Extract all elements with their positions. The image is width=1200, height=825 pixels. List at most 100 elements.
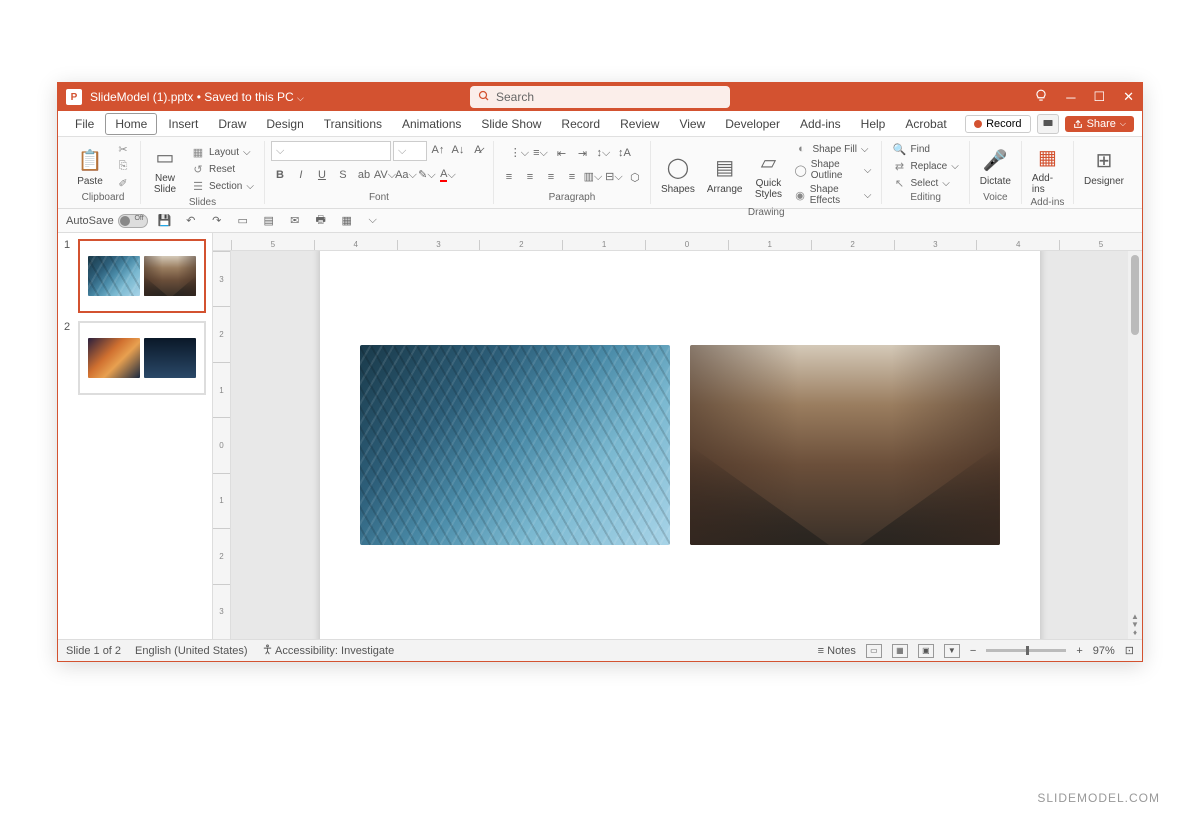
shape-fill-button[interactable]: ◐Shape Fill ⌵ [790, 141, 875, 157]
section-button[interactable]: ☰Section ⌵ [187, 178, 258, 194]
share-button[interactable]: Share ⌵ [1065, 116, 1134, 132]
paste-button[interactable]: 📋Paste [72, 144, 108, 189]
underline-button[interactable]: U [313, 166, 331, 184]
redo-button[interactable]: ↷ [208, 212, 226, 230]
tab-view[interactable]: View [670, 114, 714, 134]
reading-view-button[interactable]: ▣ [918, 644, 934, 658]
arrange-button[interactable]: ▤Arrange [703, 152, 747, 197]
strike-button[interactable]: S [334, 166, 352, 184]
decrease-font-button[interactable]: A↓ [449, 141, 467, 159]
tab-record[interactable]: Record [552, 114, 609, 134]
find-button[interactable]: 🔍Find [888, 142, 962, 158]
addins-button[interactable]: ▦Add-ins [1028, 141, 1067, 197]
tab-slideshow[interactable]: Slide Show [472, 114, 550, 134]
tab-developer[interactable]: Developer [716, 114, 789, 134]
indent-inc-button[interactable]: ⇥ [573, 144, 591, 162]
zoom-level[interactable]: 97% [1093, 645, 1115, 657]
quick-styles-button[interactable]: ▱Quick Styles [750, 146, 786, 202]
tab-help[interactable]: Help [852, 114, 895, 134]
shapes-button[interactable]: ◯Shapes [657, 152, 699, 197]
tab-animations[interactable]: Animations [393, 114, 470, 134]
font-size-select[interactable]: ⌵ [393, 141, 427, 161]
tab-acrobat[interactable]: Acrobat [896, 114, 955, 134]
layout-button[interactable]: ▦Layout ⌵ [187, 144, 258, 160]
bold-button[interactable]: B [271, 166, 289, 184]
tab-home[interactable]: Home [105, 113, 157, 135]
canvas-scroll[interactable] [231, 251, 1128, 639]
slide-image-1[interactable] [360, 345, 670, 545]
normal-view-button[interactable]: ▭ [866, 644, 882, 658]
slide-panel[interactable]: 1 2 [58, 233, 213, 639]
font-color-button[interactable]: A⌵ [439, 166, 457, 184]
qat-btn-8[interactable]: ▦ [338, 212, 356, 230]
present-button[interactable] [1037, 114, 1059, 134]
new-slide-button[interactable]: ▭New Slide [147, 141, 183, 197]
qat-btn-6[interactable]: ✉ [286, 212, 304, 230]
text-direction-button[interactable]: ↕A [615, 144, 633, 162]
reset-button[interactable]: ↺Reset [187, 161, 258, 177]
tab-design[interactable]: Design [257, 114, 312, 134]
tab-file[interactable]: File [66, 114, 103, 134]
tab-review[interactable]: Review [611, 114, 668, 134]
slide-thumb-1[interactable] [78, 239, 206, 313]
record-button[interactable]: Record [965, 115, 1030, 133]
justify-button[interactable]: ≡ [563, 168, 581, 186]
slide-count[interactable]: Slide 1 of 2 [66, 645, 121, 657]
italic-button[interactable]: I [292, 166, 310, 184]
shape-outline-button[interactable]: ◯Shape Outline ⌵ [790, 158, 875, 182]
zoom-slider[interactable] [986, 649, 1066, 652]
sorter-view-button[interactable]: ▦ [892, 644, 908, 658]
qat-btn-4[interactable]: ▭ [234, 212, 252, 230]
tab-addins[interactable]: Add-ins [791, 114, 850, 134]
copy-button[interactable]: ⎘ [112, 159, 134, 175]
align-center-button[interactable]: ≡ [521, 168, 539, 186]
shadow-button[interactable]: ab [355, 166, 373, 184]
align-right-button[interactable]: ≡ [542, 168, 560, 186]
save-button[interactable]: 💾 [156, 212, 174, 230]
qat-customize[interactable]: ⌵ [364, 212, 382, 230]
numbering-button[interactable]: ≡⌵ [531, 144, 549, 162]
close-button[interactable]: ✕ [1123, 89, 1134, 105]
undo-button[interactable]: ↶ [182, 212, 200, 230]
select-button[interactable]: ↖Select ⌵ [888, 176, 962, 192]
font-name-select[interactable]: ⌵ [271, 141, 391, 161]
cut-button[interactable]: ✂ [112, 142, 134, 158]
bullets-button[interactable]: ⋮⌵ [510, 144, 528, 162]
slide-thumb-2[interactable] [78, 321, 206, 395]
shape-effects-button[interactable]: ◉Shape Effects ⌵ [790, 183, 875, 207]
align-left-button[interactable]: ≡ [500, 168, 518, 186]
vertical-scrollbar[interactable]: ▲▼♦ [1128, 251, 1142, 639]
format-painter-button[interactable]: ✐ [112, 176, 134, 192]
line-spacing-button[interactable]: ↕⌵ [594, 144, 612, 162]
tab-transitions[interactable]: Transitions [315, 114, 391, 134]
notes-button[interactable]: ≡ Notes [818, 645, 856, 657]
increase-font-button[interactable]: A↑ [429, 141, 447, 159]
autosave-toggle[interactable]: AutoSave Off [66, 214, 148, 228]
qat-btn-7[interactable]: 🖶 [312, 212, 330, 230]
align-text-button[interactable]: ⊟⌵ [605, 168, 623, 186]
dictate-button[interactable]: 🎤Dictate [976, 144, 1015, 189]
language-status[interactable]: English (United States) [135, 645, 248, 657]
case-button[interactable]: Aa⌵ [397, 166, 415, 184]
replace-button[interactable]: ⇄Replace ⌵ [888, 159, 962, 175]
slide-canvas[interactable] [320, 251, 1040, 639]
smartart-button[interactable]: ⬡ [626, 168, 644, 186]
help-icon[interactable] [1034, 89, 1048, 106]
accessibility-status[interactable]: Accessibility: Investigate [262, 644, 395, 657]
zoom-out-button[interactable]: − [970, 645, 976, 657]
tab-insert[interactable]: Insert [159, 114, 207, 134]
maximize-button[interactable]: ☐ [1093, 89, 1105, 105]
file-name[interactable]: SlideModel (1).pptx • Saved to this PC ⌵ [90, 90, 304, 104]
qat-btn-5[interactable]: ▤ [260, 212, 278, 230]
tab-draw[interactable]: Draw [209, 114, 255, 134]
zoom-in-button[interactable]: + [1076, 645, 1082, 657]
slide-image-2[interactable] [690, 345, 1000, 545]
indent-dec-button[interactable]: ⇤ [552, 144, 570, 162]
search-input[interactable]: Search [470, 86, 730, 108]
minimize-button[interactable]: ─ [1066, 90, 1075, 105]
spacing-button[interactable]: AV⌵ [376, 166, 394, 184]
slideshow-view-button[interactable]: ▼ [944, 644, 960, 658]
clear-format-button[interactable]: A̷ [469, 141, 487, 159]
columns-button[interactable]: ▥⌵ [584, 168, 602, 186]
designer-button[interactable]: ⊞Designer [1080, 144, 1128, 189]
